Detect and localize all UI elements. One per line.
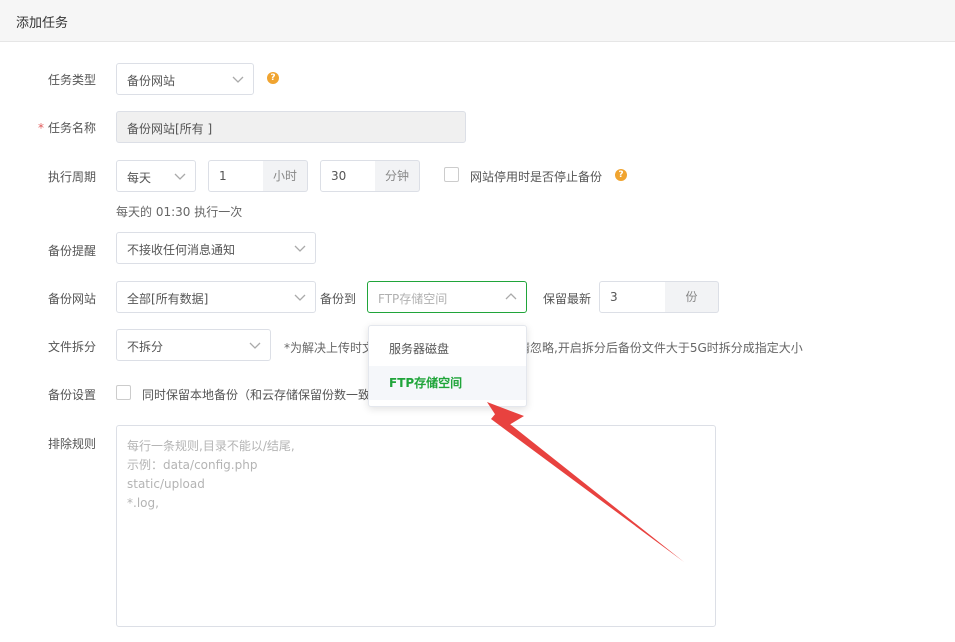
- keep-unit: 份: [665, 281, 719, 313]
- task-name-label: * 任务名称: [0, 119, 96, 136]
- hour-value: 1: [219, 169, 227, 183]
- split-select[interactable]: 不拆分: [116, 329, 271, 361]
- dropdown-option-ftp[interactable]: FTP存储空间: [369, 366, 526, 400]
- backup-to-select[interactable]: FTP存储空间: [367, 281, 527, 313]
- keep-latest-label: 保留最新: [543, 292, 592, 306]
- task-type-label: 任务类型: [47, 73, 96, 87]
- exclude-label: 排除规则: [47, 437, 96, 451]
- help-icon[interactable]: ?: [267, 72, 279, 84]
- hour-unit: 小时: [263, 160, 308, 192]
- cycle-period-value: 每天: [127, 171, 152, 185]
- reminder-value: 不接收任何消息通知: [127, 243, 236, 257]
- backup-to-dropdown: 服务器磁盘 FTP存储空间: [368, 325, 527, 407]
- reminder-label: 备份提醒: [47, 244, 96, 258]
- page-header: 添加任务: [0, 0, 955, 42]
- required-mark: *: [37, 121, 44, 135]
- chevron-down-icon: [294, 294, 306, 301]
- split-note-left: *为解决上传时文: [284, 341, 375, 355]
- chevron-down-icon: [174, 173, 186, 180]
- task-name-input[interactable]: 备份网站[所有 ]: [116, 111, 466, 143]
- dropdown-option-server-disk[interactable]: 服务器磁盘: [369, 332, 526, 366]
- task-type-value: 备份网站: [127, 74, 176, 88]
- chevron-down-icon: [232, 76, 244, 83]
- chevron-up-icon: [505, 293, 517, 300]
- chevron-down-icon: [294, 245, 306, 252]
- minute-value: 30: [331, 169, 347, 183]
- cycle-label: 执行周期: [47, 170, 96, 184]
- backup-site-select[interactable]: 全部[所有数据]: [116, 281, 316, 313]
- stop-on-disable-label: 网站停用时是否停止备份: [470, 170, 603, 184]
- backup-site-value: 全部[所有数据]: [127, 292, 209, 306]
- keep-count-input[interactable]: 3: [599, 281, 666, 313]
- split-note-right: 请忽略,开启拆分后备份文件大于5G时拆分成指定大小: [518, 341, 803, 355]
- task-name-label-text: 任务名称: [47, 121, 96, 135]
- backup-site-label: 备份网站: [47, 292, 96, 306]
- chevron-down-icon: [249, 342, 261, 349]
- settings-label: 备份设置: [47, 388, 96, 402]
- exclude-rules-placeholder: 每行一条规则,目录不能以/结尾, 示例：data/config.php stat…: [127, 439, 295, 510]
- task-type-select[interactable]: 备份网站: [116, 63, 254, 95]
- exclude-rules-textarea[interactable]: 每行一条规则,目录不能以/结尾, 示例：data/config.php stat…: [116, 425, 716, 627]
- split-value: 不拆分: [127, 340, 164, 354]
- task-name-value: 备份网站[所有 ]: [127, 122, 213, 136]
- stop-on-disable-checkbox[interactable]: [444, 167, 459, 182]
- keep-local-label: 同时保留本地备份（和云存储保留份数一致: [142, 388, 371, 402]
- cycle-period-select[interactable]: 每天: [116, 160, 196, 192]
- help-icon[interactable]: ?: [615, 169, 627, 181]
- cycle-hint: 每天的 01:30 执行一次: [116, 205, 243, 219]
- keep-count-value: 3: [610, 290, 618, 304]
- minute-input[interactable]: 30: [320, 160, 376, 192]
- backup-to-value: FTP存储空间: [378, 292, 448, 306]
- reminder-select[interactable]: 不接收任何消息通知: [116, 232, 316, 264]
- backup-to-label: 备份到: [320, 292, 357, 306]
- hour-input[interactable]: 1: [208, 160, 264, 192]
- minute-unit: 分钟: [375, 160, 420, 192]
- split-label: 文件拆分: [47, 340, 96, 354]
- keep-local-checkbox[interactable]: [116, 385, 131, 400]
- page-title: 添加任务: [16, 16, 69, 31]
